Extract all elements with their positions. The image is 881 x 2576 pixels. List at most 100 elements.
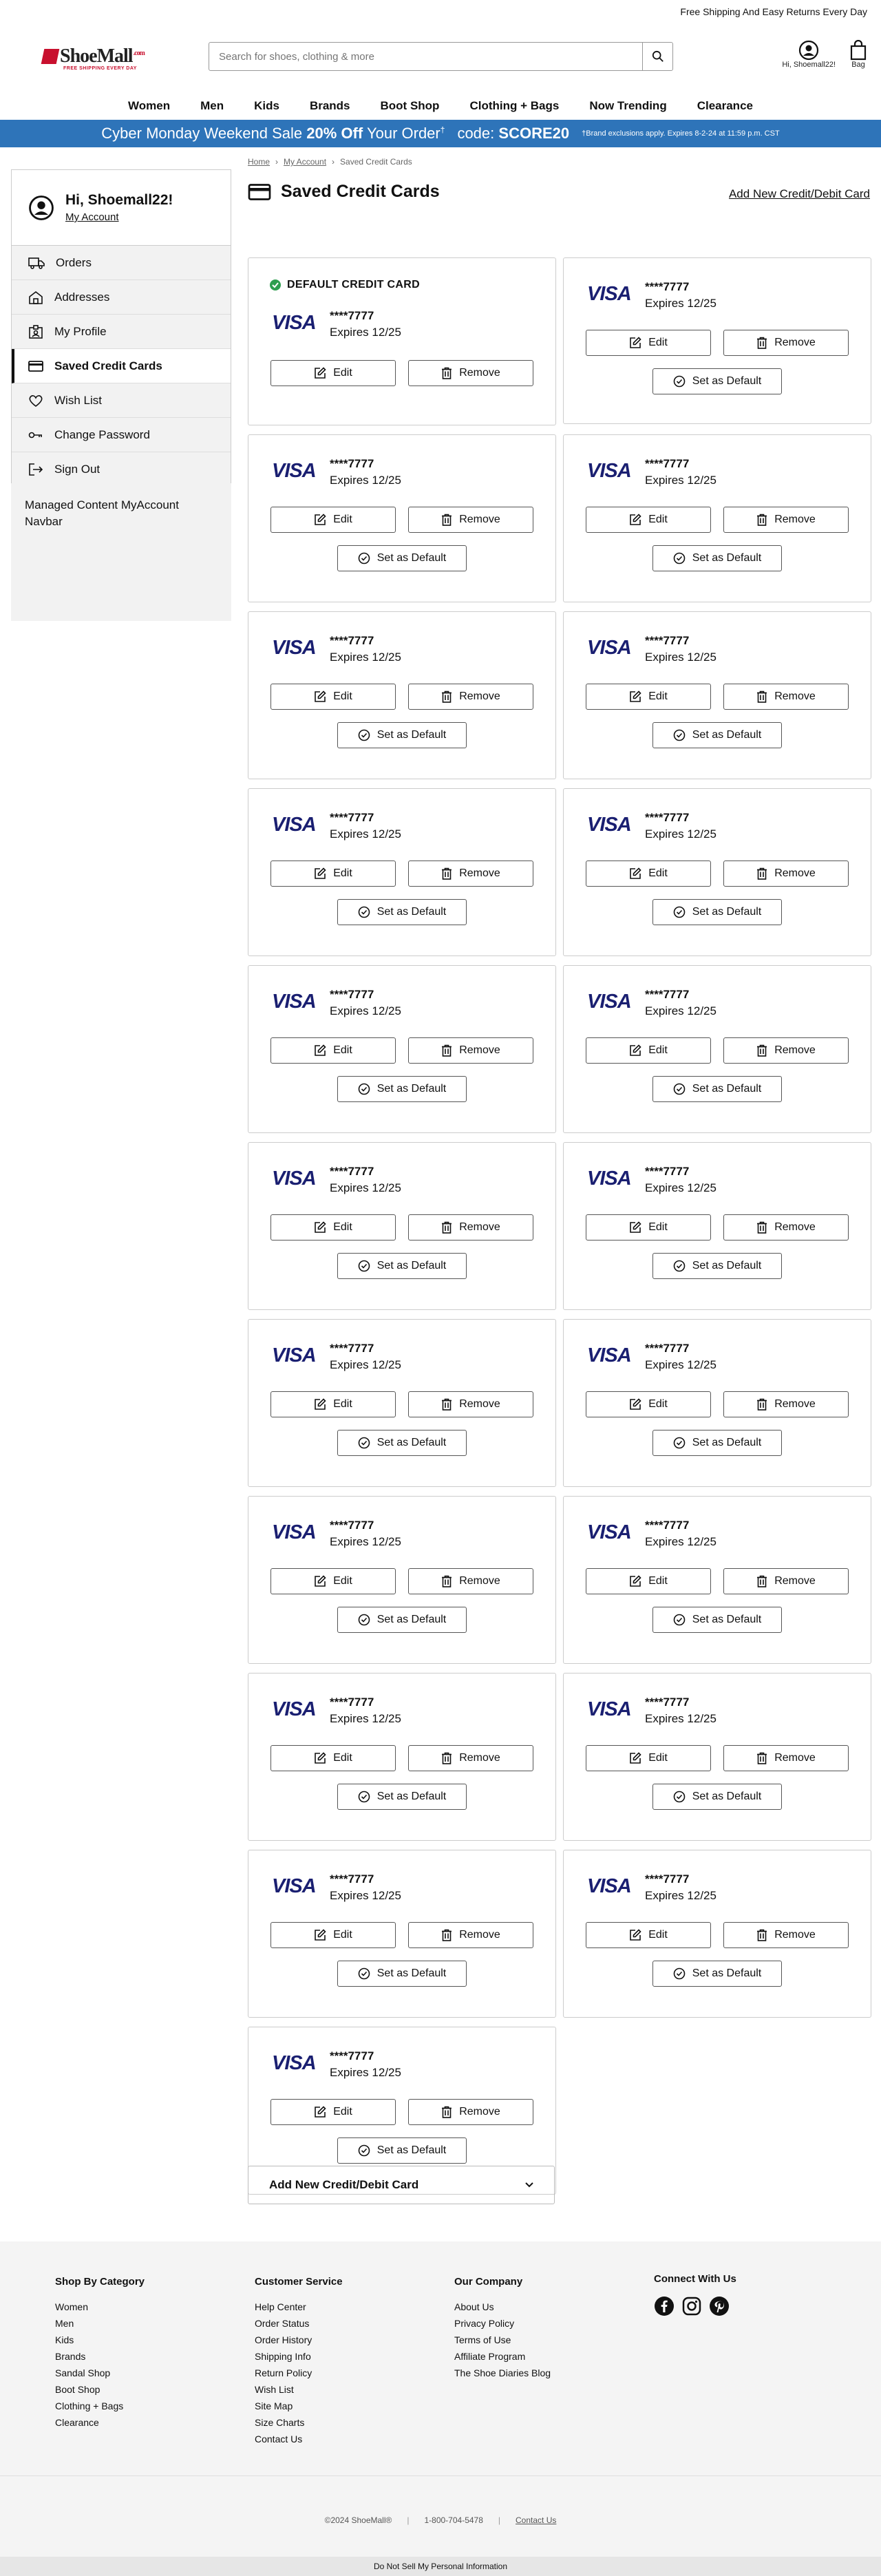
nav-boot-shop[interactable]: Boot Shop — [365, 99, 455, 113]
set-default-button[interactable]: Set as Default — [652, 368, 782, 394]
set-default-button[interactable]: Set as Default — [337, 899, 467, 925]
nav-clearance[interactable]: Clearance — [682, 99, 768, 113]
sidebar-item-addresses[interactable]: Addresses — [12, 280, 231, 315]
edit-card-button[interactable]: Edit — [270, 360, 396, 386]
edit-card-button[interactable]: Edit — [270, 1391, 396, 1417]
footer-link[interactable]: Order History — [255, 2332, 343, 2348]
set-default-button[interactable]: Set as Default — [337, 1253, 467, 1279]
edit-card-button[interactable]: Edit — [586, 1745, 711, 1771]
edit-card-button[interactable]: Edit — [270, 1214, 396, 1241]
remove-card-button[interactable]: Remove — [723, 1391, 849, 1417]
remove-card-button[interactable]: Remove — [408, 360, 533, 386]
remove-card-button[interactable]: Remove — [408, 1745, 533, 1771]
shoemall-logo[interactable]: ShoeMall .com FREE SHIPPING EVERY DAY — [41, 43, 146, 73]
edit-card-button[interactable]: Edit — [270, 861, 396, 887]
set-default-button[interactable]: Set as Default — [337, 1607, 467, 1633]
breadcrumb-home[interactable]: Home — [248, 157, 270, 167]
footer-link[interactable]: The Shoe Diaries Blog — [454, 2365, 551, 2381]
sidebar-item-change-password[interactable]: Change Password — [12, 418, 231, 452]
remove-card-button[interactable]: Remove — [723, 1214, 849, 1241]
edit-card-button[interactable]: Edit — [270, 684, 396, 710]
footer-link[interactable]: Men — [55, 2315, 145, 2332]
footer-link[interactable]: About Us — [454, 2299, 551, 2315]
nav-clothing-bags[interactable]: Clothing + Bags — [454, 99, 574, 113]
edit-card-button[interactable]: Edit — [270, 2099, 396, 2125]
footer-link[interactable]: Size Charts — [255, 2414, 343, 2431]
set-default-button[interactable]: Set as Default — [652, 545, 782, 571]
contact-us-link[interactable]: Contact Us — [516, 2515, 556, 2525]
edit-card-button[interactable]: Edit — [586, 1568, 711, 1594]
set-default-button[interactable]: Set as Default — [337, 722, 467, 748]
set-default-button[interactable]: Set as Default — [652, 899, 782, 925]
footer-link[interactable]: Help Center — [255, 2299, 343, 2315]
remove-card-button[interactable]: Remove — [723, 1568, 849, 1594]
facebook-icon[interactable] — [654, 2296, 675, 2316]
add-new-card-accordion[interactable]: Add New Credit/Debit Card — [248, 2166, 555, 2204]
sidebar-item-saved-credit-cards[interactable]: Saved Credit Cards — [12, 349, 231, 383]
edit-card-button[interactable]: Edit — [270, 1922, 396, 1948]
search-button[interactable] — [642, 43, 672, 70]
set-default-button[interactable]: Set as Default — [337, 1430, 467, 1456]
promo-banner[interactable]: Cyber Monday Weekend Sale 20% Off Your O… — [0, 120, 881, 147]
edit-card-button[interactable]: Edit — [586, 330, 711, 356]
nav-men[interactable]: Men — [185, 99, 239, 113]
remove-card-button[interactable]: Remove — [723, 1922, 849, 1948]
phone-number[interactable]: 1-800-704-5478 — [424, 2515, 482, 2525]
footer-link[interactable]: Order Status — [255, 2315, 343, 2332]
footer-link[interactable]: Affiliate Program — [454, 2348, 551, 2365]
footer-link[interactable]: Sandal Shop — [55, 2365, 145, 2381]
footer-link[interactable]: Clearance — [55, 2414, 145, 2431]
footer-link[interactable]: Site Map — [255, 2398, 343, 2414]
edit-card-button[interactable]: Edit — [586, 861, 711, 887]
nav-kids[interactable]: Kids — [239, 99, 295, 113]
search-input[interactable] — [209, 43, 642, 70]
my-account-link[interactable]: My Account — [65, 211, 173, 223]
footer-link[interactable]: Clothing + Bags — [55, 2398, 145, 2414]
edit-card-button[interactable]: Edit — [586, 684, 711, 710]
set-default-button[interactable]: Set as Default — [652, 1076, 782, 1102]
set-default-button[interactable]: Set as Default — [652, 1961, 782, 1987]
sidebar-item-my-profile[interactable]: My Profile — [12, 315, 231, 349]
account-button[interactable]: Hi, Shoemall22! — [782, 40, 836, 69]
remove-card-button[interactable]: Remove — [723, 330, 849, 356]
remove-card-button[interactable]: Remove — [723, 861, 849, 887]
footer-link[interactable]: Terms of Use — [454, 2332, 551, 2348]
pinterest-icon[interactable] — [709, 2296, 730, 2316]
edit-card-button[interactable]: Edit — [586, 1391, 711, 1417]
footer-link[interactable]: Contact Us — [255, 2431, 343, 2447]
edit-card-button[interactable]: Edit — [270, 507, 396, 533]
remove-card-button[interactable]: Remove — [723, 684, 849, 710]
bag-button[interactable]: Bag — [849, 40, 867, 69]
set-default-button[interactable]: Set as Default — [337, 545, 467, 571]
remove-card-button[interactable]: Remove — [408, 861, 533, 887]
footer-link[interactable]: Shipping Info — [255, 2348, 343, 2365]
set-default-button[interactable]: Set as Default — [652, 1784, 782, 1810]
remove-card-button[interactable]: Remove — [408, 1214, 533, 1241]
remove-card-button[interactable]: Remove — [723, 1037, 849, 1064]
edit-card-button[interactable]: Edit — [586, 1214, 711, 1241]
nav-brands[interactable]: Brands — [295, 99, 365, 113]
edit-card-button[interactable]: Edit — [586, 1922, 711, 1948]
set-default-button[interactable]: Set as Default — [337, 1784, 467, 1810]
set-default-button[interactable]: Set as Default — [337, 1076, 467, 1102]
footer-link[interactable]: Wish List — [255, 2381, 343, 2398]
remove-card-button[interactable]: Remove — [408, 507, 533, 533]
footer-link[interactable]: Boot Shop — [55, 2381, 145, 2398]
set-default-button[interactable]: Set as Default — [652, 1430, 782, 1456]
remove-card-button[interactable]: Remove — [408, 684, 533, 710]
do-not-sell-link[interactable]: Do Not Sell My Personal Information — [0, 2557, 881, 2576]
edit-card-button[interactable]: Edit — [270, 1037, 396, 1064]
footer-link[interactable]: Women — [55, 2299, 145, 2315]
footer-link[interactable]: Kids — [55, 2332, 145, 2348]
set-default-button[interactable]: Set as Default — [652, 722, 782, 748]
remove-card-button[interactable]: Remove — [408, 2099, 533, 2125]
footer-link[interactable]: Brands — [55, 2348, 145, 2365]
sidebar-item-wish-list[interactable]: Wish List — [12, 383, 231, 418]
edit-card-button[interactable]: Edit — [270, 1745, 396, 1771]
remove-card-button[interactable]: Remove — [408, 1037, 533, 1064]
remove-card-button[interactable]: Remove — [723, 1745, 849, 1771]
remove-card-button[interactable]: Remove — [408, 1922, 533, 1948]
set-default-button[interactable]: Set as Default — [337, 2137, 467, 2164]
edit-card-button[interactable]: Edit — [586, 1037, 711, 1064]
nav-women[interactable]: Women — [113, 99, 185, 113]
